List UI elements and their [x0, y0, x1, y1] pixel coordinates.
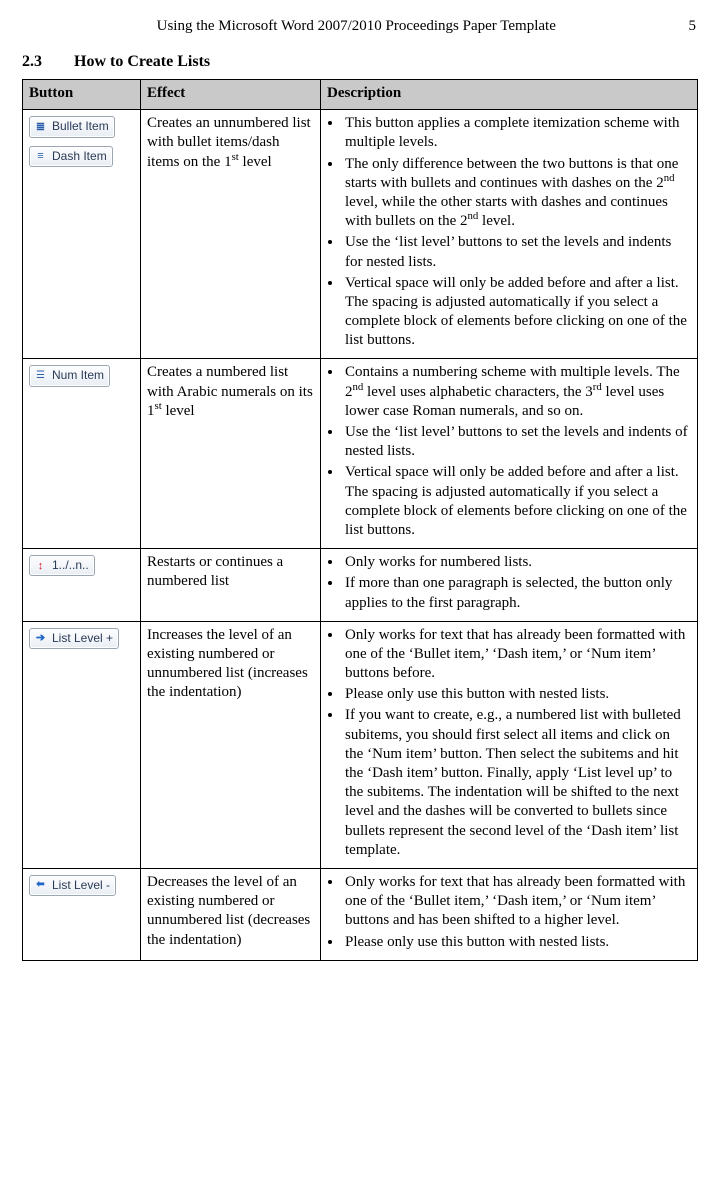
table-row: 1../..n.. Restarts or continues a numbere… — [23, 549, 698, 622]
dash-item-button[interactable]: Dash Item — [29, 146, 113, 167]
col-header-button: Button — [23, 80, 141, 110]
description-item: Please only use this button with nested … — [343, 933, 691, 952]
num-icon — [33, 369, 48, 384]
table-row: Num Item Creates a numbered list with Ara… — [23, 359, 698, 549]
button-label: List Level + — [52, 631, 113, 646]
section-title: How to Create Lists — [74, 53, 210, 70]
description-cell: Only works for text that has already bee… — [321, 868, 698, 960]
description-cell: Contains a numbering scheme with multipl… — [321, 359, 698, 549]
description-cell: This button applies a complete itemizati… — [321, 110, 698, 359]
list-buttons-table: Button Effect Description Bullet Item Das… — [22, 79, 698, 961]
button-cell: Num Item — [23, 359, 141, 549]
button-label: Num Item — [52, 368, 104, 383]
section-number: 2.3 — [22, 53, 70, 71]
button-cell: 1../..n.. — [23, 549, 141, 622]
level-up-icon — [33, 631, 48, 646]
effect-cell: Decreases the level of an existing numbe… — [141, 868, 321, 960]
button-label: Dash Item — [52, 149, 107, 164]
table-row: Bullet Item Dash Item Creates an unnumbere… — [23, 110, 698, 359]
description-cell: Only works for text that has already bee… — [321, 621, 698, 868]
restart-numbering-button[interactable]: 1../..n.. — [29, 555, 95, 576]
button-label: 1../..n.. — [52, 558, 89, 573]
dashes-icon — [33, 149, 48, 164]
bullet-item-button[interactable]: Bullet Item — [29, 116, 115, 137]
effect-cell: Restarts or continues a numbered list — [141, 549, 321, 622]
effect-cell: Creates a numbered list with Arabic nume… — [141, 359, 321, 549]
description-item: Vertical space will only be added before… — [343, 274, 691, 351]
button-label: Bullet Item — [52, 119, 109, 134]
table-row: List Level - Decreases the level of an ex… — [23, 868, 698, 960]
bullets-icon — [33, 119, 48, 134]
effect-cell: Creates an unnumbered list with bullet i… — [141, 110, 321, 359]
description-item: Use the ‘list level’ buttons to set the … — [343, 233, 691, 271]
effect-cell: Increases the level of an existing numbe… — [141, 621, 321, 868]
description-item: Vertical space will only be added before… — [343, 463, 691, 540]
description-item: If more than one paragraph is selected, … — [343, 574, 691, 612]
description-item: The only difference between the two butt… — [343, 155, 691, 232]
level-down-icon — [33, 878, 48, 893]
table-row: List Level + Increases the level of an ex… — [23, 621, 698, 868]
col-header-description: Description — [321, 80, 698, 110]
list-level-up-button[interactable]: List Level + — [29, 628, 119, 649]
description-item: If you want to create, e.g., a numbered … — [343, 706, 691, 860]
col-header-effect: Effect — [141, 80, 321, 110]
description-item: Use the ‘list level’ buttons to set the … — [343, 423, 691, 461]
description-item: Contains a numbering scheme with multipl… — [343, 363, 691, 421]
header-title: Using the Microsoft Word 2007/2010 Proce… — [157, 18, 556, 35]
description-item: Only works for text that has already bee… — [343, 873, 691, 931]
list-level-down-button[interactable]: List Level - — [29, 875, 116, 896]
button-label: List Level - — [52, 878, 110, 893]
description-item: Only works for text that has already bee… — [343, 626, 691, 684]
num-item-button[interactable]: Num Item — [29, 365, 110, 386]
description-cell: Only works for numbered lists. If more th… — [321, 549, 698, 622]
description-item: This button applies a complete itemizati… — [343, 114, 691, 152]
section-heading: 2.3 How to Create Lists — [22, 53, 698, 71]
description-item: Only works for numbered lists. — [343, 553, 691, 572]
restart-icon — [33, 558, 48, 573]
running-header: Using the Microsoft Word 2007/2010 Proce… — [22, 18, 698, 35]
button-cell: Bullet Item Dash Item — [23, 110, 141, 359]
button-cell: List Level + — [23, 621, 141, 868]
button-cell: List Level - — [23, 868, 141, 960]
description-item: Please only use this button with nested … — [343, 685, 691, 704]
page-number: 5 — [689, 18, 697, 35]
